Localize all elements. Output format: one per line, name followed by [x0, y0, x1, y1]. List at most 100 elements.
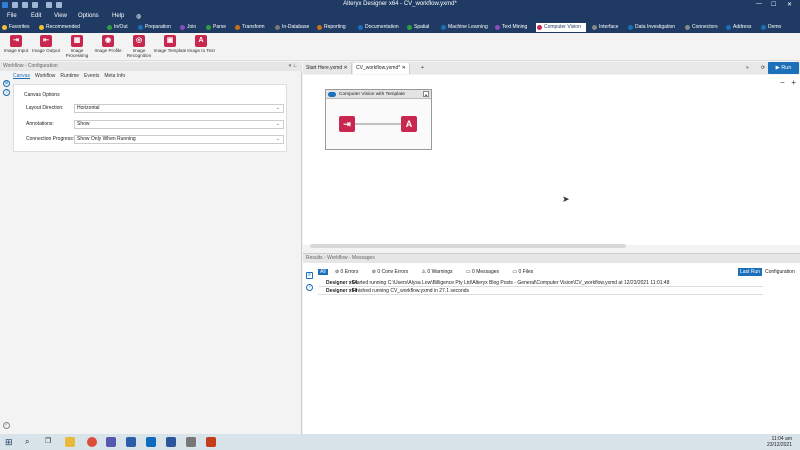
- task-view-icon[interactable]: ❐: [45, 437, 55, 447]
- new-tab-button[interactable]: +: [418, 63, 427, 74]
- connection-progress-select[interactable]: Show Only When Running ⌄: [74, 135, 284, 144]
- filter-messages[interactable]: ▭ 0 Messages: [466, 269, 505, 275]
- tool-image-processing[interactable]: ▦ Image Processing: [60, 35, 94, 58]
- documentation-icon: [358, 25, 363, 30]
- file-explorer-icon[interactable]: [65, 437, 75, 447]
- tab-start-here[interactable]: Start Here.yxmd ✕: [303, 63, 352, 74]
- tab-meta-info[interactable]: Meta Info: [104, 73, 125, 79]
- tool-image-template[interactable]: ▣ Image Template: [153, 35, 187, 53]
- tab-events[interactable]: Events: [84, 73, 99, 79]
- category-interface[interactable]: Interface: [591, 23, 618, 32]
- category-label: Join: [187, 24, 197, 30]
- menu-file[interactable]: File: [7, 13, 17, 19]
- filter-files[interactable]: ▭ 0 Files: [512, 269, 539, 275]
- layout-direction-select[interactable]: Horizontal ⌄: [74, 104, 284, 113]
- category-in-out[interactable]: In/Out: [106, 23, 128, 32]
- tool-palette: ⇥ Image Input ⇤ Image Output ▦ Image Proces…: [0, 33, 800, 61]
- calculator-icon[interactable]: [186, 437, 196, 447]
- chevron-down-icon: ⌄: [275, 105, 280, 111]
- tab-canvas[interactable]: Canvas: [13, 73, 30, 79]
- powerpoint-icon[interactable]: [206, 437, 216, 447]
- category-label: Interface: [599, 24, 619, 30]
- category-parse[interactable]: Parse: [205, 23, 226, 32]
- message-row[interactable]: Designer x64Started running C:\Users\Aly…: [318, 279, 763, 287]
- category-preparation[interactable]: Preparation: [137, 23, 171, 32]
- globe-icon[interactable]: ◍: [136, 13, 141, 20]
- category-in-database[interactable]: In-Database: [274, 23, 309, 32]
- chrome-icon[interactable]: [87, 437, 97, 447]
- menu-edit[interactable]: Edit: [31, 13, 41, 19]
- expand-icon[interactable]: »: [743, 63, 752, 74]
- tab-runtime[interactable]: Runtime: [60, 73, 79, 79]
- menu-options[interactable]: Options: [78, 13, 99, 19]
- tab-last-run[interactable]: Last Run: [738, 268, 763, 276]
- category-label: Demo: [768, 24, 782, 30]
- filter-label: 0 Messages: [472, 269, 500, 275]
- tool-container[interactable]: Computer Vision with Template ▴ ⇥ A: [325, 89, 432, 150]
- search-icon[interactable]: ⌕: [25, 437, 35, 447]
- filter-all[interactable]: All: [318, 269, 328, 275]
- outlook-icon[interactable]: [146, 437, 156, 447]
- image-input-node[interactable]: ⇥: [339, 116, 355, 132]
- close-icon[interactable]: ✕: [787, 1, 792, 8]
- filter-errors[interactable]: ⊘ 0 Errors: [335, 269, 364, 275]
- settings-icon[interactable]: ⚙: [3, 80, 10, 87]
- zoom-in-icon[interactable]: +: [791, 78, 796, 87]
- tool-image-profile[interactable]: ◉ Image Profile: [91, 35, 125, 53]
- category-connectors[interactable]: Connectors: [684, 23, 718, 32]
- category-computer-vision[interactable]: Computer Vision: [536, 23, 586, 32]
- teams-icon[interactable]: [106, 437, 116, 447]
- word-icon-1[interactable]: [126, 437, 136, 447]
- tool-image-to-text[interactable]: A Image to Text: [184, 35, 218, 53]
- category-recommended[interactable]: Recommended: [38, 23, 80, 32]
- run-button[interactable]: ▶ Run: [768, 62, 799, 74]
- category-reporting[interactable]: Reporting: [316, 23, 346, 32]
- menu-view[interactable]: View: [54, 13, 67, 19]
- refresh-icon[interactable]: ⟳: [758, 63, 768, 74]
- results-filter-bar: All ⊘ 0 Errors ⊘ 0 Conv Errors ⚠ 0 Warni…: [318, 267, 545, 277]
- category-label: Data Investigation: [635, 24, 676, 30]
- pin-icon[interactable]: ▾ ⊥: [289, 62, 297, 71]
- recommended-icon: [39, 25, 44, 30]
- category-machine-learning[interactable]: Machine Learning: [440, 23, 488, 32]
- category-documentation[interactable]: Documentation: [357, 23, 399, 32]
- close-tab-icon[interactable]: ✕: [344, 65, 348, 71]
- word-icon[interactable]: [166, 437, 176, 447]
- collapse-icon[interactable]: ▴: [423, 91, 429, 97]
- help-icon[interactable]: ?: [306, 284, 313, 291]
- tool-label: Image Profile: [94, 48, 122, 53]
- category-address[interactable]: Address: [725, 23, 751, 32]
- maximize-icon[interactable]: ☐: [771, 1, 776, 8]
- category-text-mining[interactable]: Text Mining: [494, 23, 527, 32]
- tab-workflow[interactable]: Workflow: [35, 73, 55, 79]
- category-join[interactable]: Join: [179, 23, 196, 32]
- tool-image-output[interactable]: ⇤ Image Output: [29, 35, 63, 53]
- filter-conv-errors[interactable]: ⊘ 0 Conv Errors: [372, 269, 414, 275]
- tab-cv-workflow[interactable]: CV_workflow.yxmd* ✕: [353, 63, 410, 74]
- tool-image-recognition[interactable]: ◎ Image Recognition: [122, 35, 156, 58]
- help-icon[interactable]: ?: [3, 89, 10, 96]
- zoom-out-icon[interactable]: −: [780, 78, 785, 87]
- system-clock[interactable]: 11:04 am 23/12/2021: [767, 436, 792, 448]
- menu-help[interactable]: Help: [112, 13, 124, 19]
- workflow-canvas[interactable]: − + Computer Vision with Template ▴ ⇥ A: [303, 75, 800, 248]
- annotations-select[interactable]: Show ⌄: [74, 120, 284, 129]
- close-tab-icon[interactable]: ✕: [402, 65, 406, 71]
- tool-label: Image Processing: [65, 48, 89, 58]
- windows-start-icon[interactable]: ⊞: [5, 437, 15, 447]
- table-icon[interactable]: ≡: [306, 272, 313, 279]
- container-toggle[interactable]: [328, 92, 336, 97]
- filter-warnings[interactable]: ⚠ 0 Warnings: [422, 269, 459, 275]
- minimize-icon[interactable]: —: [756, 1, 762, 7]
- category-transform[interactable]: Transform: [234, 23, 265, 32]
- tab-configuration[interactable]: Configuration: [763, 268, 797, 276]
- message-row[interactable]: Designer x64Finished running CV_workflow…: [318, 287, 763, 295]
- image-to-text-node[interactable]: A: [401, 116, 417, 132]
- category-favorites[interactable]: Favorites: [1, 23, 30, 32]
- category-label: Documentation: [365, 24, 399, 30]
- category-demo[interactable]: Demo: [760, 23, 781, 32]
- horizontal-scrollbar[interactable]: [310, 244, 626, 248]
- category-spatial[interactable]: Spatial: [406, 23, 429, 32]
- annotations-label: Annotations:: [26, 121, 54, 127]
- category-data-investigation[interactable]: Data Investigation: [627, 23, 675, 32]
